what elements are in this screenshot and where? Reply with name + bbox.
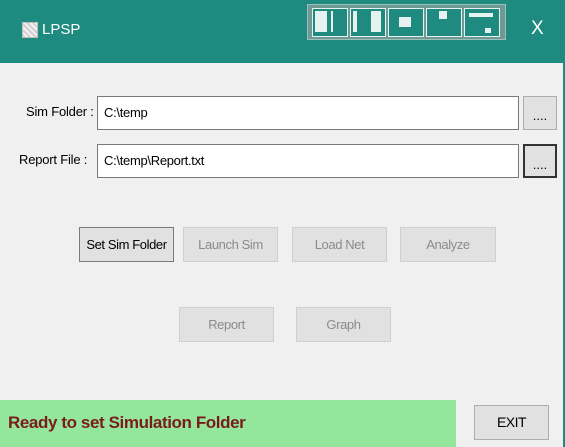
- graph-button[interactable]: Graph: [296, 307, 391, 342]
- report-button[interactable]: Report: [179, 307, 274, 342]
- snap-layout-icon-top-small[interactable]: [426, 8, 462, 37]
- report-file-input[interactable]: C:\temp\Report.txt: [97, 144, 519, 178]
- main-window: LPSP X Sim Folder : C:\temp .... Report …: [0, 0, 565, 447]
- snap-layout-icon-quadrant[interactable]: [388, 8, 424, 37]
- title-bar[interactable]: LPSP X: [0, 0, 563, 63]
- set-sim-folder-button[interactable]: Set Sim Folder: [79, 227, 174, 262]
- launch-sim-button[interactable]: Launch Sim: [183, 227, 278, 262]
- snap-layout-icon-top-bar[interactable]: [464, 8, 500, 37]
- sim-folder-browse-button[interactable]: ....: [523, 96, 557, 130]
- snap-layout-icon-half-split[interactable]: [312, 8, 348, 37]
- status-bar: Ready to set Simulation Folder: [0, 400, 456, 447]
- exit-button[interactable]: EXIT: [474, 405, 549, 440]
- snap-layouts-menu[interactable]: [307, 4, 506, 40]
- report-file-browse-button[interactable]: ....: [523, 144, 557, 178]
- app-icon: [22, 22, 38, 38]
- load-net-button[interactable]: Load Net: [292, 227, 387, 262]
- sim-folder-label: Sim Folder :: [26, 104, 94, 119]
- close-icon[interactable]: X: [531, 18, 544, 40]
- snap-layout-icon-left-wide[interactable]: [350, 8, 386, 37]
- analyze-button[interactable]: Analyze: [400, 227, 496, 262]
- window-title: LPSP: [42, 21, 81, 38]
- report-file-label: Report File :: [19, 152, 88, 167]
- sim-folder-input[interactable]: C:\temp: [97, 96, 519, 130]
